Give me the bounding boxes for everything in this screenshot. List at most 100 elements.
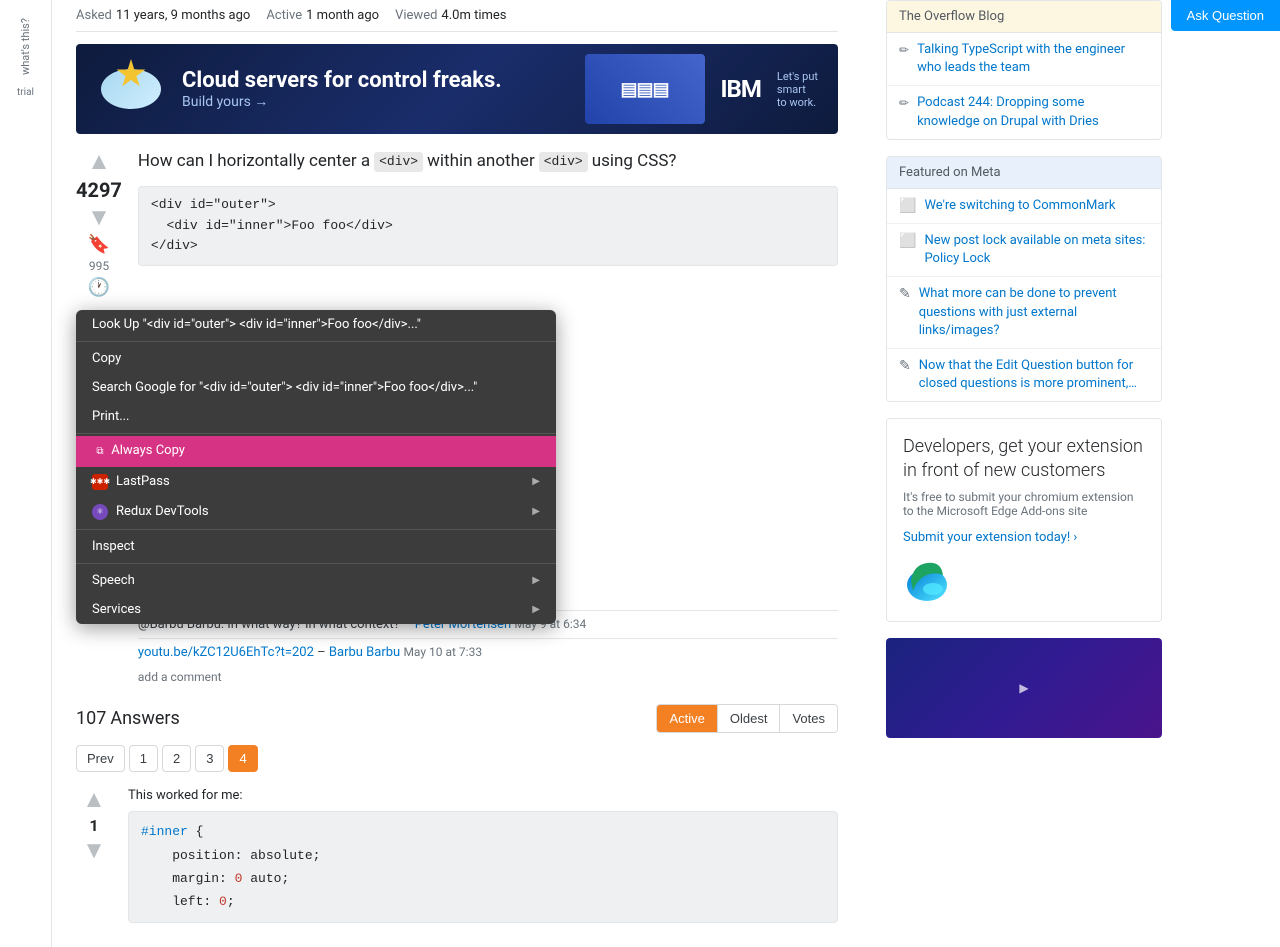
question-content: How can I horizontally center a <div> wi… — [138, 150, 838, 688]
edge-ad-link[interactable]: Submit your extension today! › — [903, 530, 1077, 545]
title-after: using CSS? — [592, 150, 677, 174]
ctx-lastpass[interactable]: ✱✱✱ LastPass ▶ — [76, 467, 556, 497]
main-content: Asked 11 years, 9 months ago Active 1 mo… — [52, 0, 862, 947]
answers-label: Answers — [110, 708, 179, 729]
comment-2-timestamp: May 10 at 7:33 — [403, 645, 482, 659]
title-before: How can I horizontally center a — [138, 150, 370, 174]
ctx-inspect[interactable]: Inspect — [76, 532, 556, 561]
answer-1-text: This worked for me: — [128, 788, 838, 803]
answer-1-vote-count: 1 — [89, 816, 98, 835]
vote-count: 4297 — [76, 178, 122, 202]
ctx-services-label: Services — [92, 602, 141, 617]
lastpass-icon: ✱✱✱ — [92, 474, 108, 490]
ctx-redux-label: Redux DevTools — [116, 504, 209, 519]
answer-1-upvote[interactable]: ▲ — [82, 788, 106, 812]
upvote-button[interactable]: ▲ — [87, 150, 111, 174]
ctx-always-copy[interactable]: ⧉ Always Copy — [76, 436, 556, 467]
bookmark-count: 995 — [89, 259, 109, 273]
history-icon[interactable]: 🕐 — [88, 277, 110, 298]
prev-page-button[interactable]: Prev — [76, 745, 125, 772]
tab-active[interactable]: Active — [657, 705, 717, 732]
ctx-print[interactable]: Print... — [76, 402, 556, 431]
ctx-sep-3 — [76, 529, 556, 530]
active-section: Active 1 month ago — [266, 8, 379, 23]
add-comment-link[interactable]: add a comment — [138, 666, 838, 688]
code-line-3: </div> — [151, 236, 825, 257]
viewed-value: 4.0m times — [441, 8, 506, 23]
comment-2: youtu.be/kZC12U6EhTc?t=202 – Barbu Barbu… — [138, 638, 838, 666]
edge-ad-desc: It's free to submit your chromium extens… — [903, 490, 1145, 518]
blog-item-2: ✏ Podcast 244: Dropping some knowledge o… — [887, 86, 1161, 138]
comment-2-url[interactable]: youtu.be/kZC12U6EhTc?t=202 — [138, 645, 314, 660]
bottom-image: ▶ — [886, 638, 1162, 738]
meta-link-1[interactable]: We're switching to CommonMark — [924, 197, 1115, 215]
answer-1: ▲ 1 ▼ This worked for me: #inner { posit… — [76, 788, 838, 931]
answer-1-content: This worked for me: #inner { position: a… — [128, 788, 838, 931]
ctx-services[interactable]: Services ▶ — [76, 595, 556, 624]
downvote-button[interactable]: ▼ — [87, 206, 111, 230]
ctx-redux[interactable]: ⚛ Redux DevTools ▶ — [76, 497, 556, 527]
comment-2-dash: – — [317, 645, 329, 660]
pagination: Prev 1 2 3 4 — [76, 745, 838, 772]
whats-this-label[interactable]: what's this? — [19, 18, 32, 75]
meta-icon-2: ⬜ — [899, 233, 916, 249]
meta-icon-1: ⬜ — [899, 198, 916, 214]
featured-meta-header: Featured on Meta — [887, 157, 1161, 189]
page-1-button[interactable]: 1 — [129, 745, 158, 772]
blog-link-2[interactable]: Podcast 244: Dropping some knowledge on … — [917, 94, 1149, 130]
ad-banner[interactable]: Cloud servers for control freaks. Build … — [76, 44, 838, 134]
ctx-sep-1 — [76, 341, 556, 342]
ctx-speech[interactable]: Speech ▶ — [76, 566, 556, 595]
ctx-sep-2 — [76, 433, 556, 434]
meta-item-4: ✎ Now that the Edit Question button for … — [887, 349, 1161, 401]
ctx-copy[interactable]: Copy — [76, 344, 556, 373]
left-sidebar: what's this? trial — [0, 0, 52, 947]
redux-icon: ⚛ — [92, 504, 108, 520]
meta-item-1: ⬜ We're switching to CommonMark — [887, 189, 1161, 224]
ad-subtitle: Build yours → — [182, 93, 502, 110]
active-label: Active — [266, 8, 302, 23]
always-copy-icon: ⧉ — [92, 444, 108, 460]
pencil-icon-2: ✏ — [899, 96, 909, 110]
page-3-button[interactable]: 3 — [195, 745, 224, 772]
tab-oldest[interactable]: Oldest — [718, 705, 781, 732]
ctx-search-google[interactable]: Search Google for "<div id="outer"> <div… — [76, 373, 556, 402]
viewed-label: Viewed — [395, 8, 437, 23]
edge-ad-title: Developers, get your extension in front … — [903, 435, 1145, 482]
overflow-blog-header: The Overflow Blog — [887, 1, 1161, 33]
ctx-always-copy-label: Always Copy — [111, 443, 185, 458]
speech-arrow: ▶ — [532, 575, 540, 586]
right-sidebar: The Overflow Blog ✏ Talking TypeScript w… — [862, 0, 1162, 947]
question-code-block: <div id="outer"> <div id="inner">Foo foo… — [138, 186, 838, 266]
answer-1-vote-cell: ▲ 1 ▼ — [76, 788, 112, 931]
trial-label: trial — [17, 87, 34, 98]
title-mid: within another — [427, 150, 535, 174]
edge-logo — [903, 557, 951, 605]
context-menu[interactable]: Look Up "<div id="outer"> <div id="inner… — [76, 310, 556, 624]
page-2-button[interactable]: 2 — [162, 745, 191, 772]
services-arrow: ▶ — [532, 604, 540, 615]
question-title: How can I horizontally center a <div> wi… — [138, 150, 838, 174]
active-value: 1 month ago — [306, 8, 379, 23]
meta-link-4[interactable]: Now that the Edit Question button for cl… — [919, 357, 1149, 393]
answer-1-downvote[interactable]: ▼ — [82, 839, 106, 863]
bookmark-icon[interactable]: 🔖 — [88, 234, 110, 255]
edge-ad: Developers, get your extension in front … — [886, 418, 1162, 622]
ask-question-button[interactable]: Ask Question — [1171, 0, 1280, 31]
question-meta: Asked 11 years, 9 months ago Active 1 mo… — [76, 0, 838, 32]
meta-link-2[interactable]: New post lock available on meta sites: P… — [924, 232, 1149, 268]
comment-2-author[interactable]: Barbu Barbu — [329, 645, 400, 660]
blog-link-1[interactable]: Talking TypeScript with the engineer who… — [917, 41, 1149, 77]
meta-icon-3: ✎ — [899, 286, 911, 302]
asked-value: 11 years, 9 months ago — [116, 8, 250, 23]
page-4-button[interactable]: 4 — [228, 745, 257, 772]
meta-link-3[interactable]: What more can be done to prevent questio… — [919, 285, 1149, 340]
ctx-lookup[interactable]: Look Up "<div id="outer"> <div id="inner… — [76, 310, 556, 339]
asked-section: Asked 11 years, 9 months ago — [76, 8, 250, 23]
answer-1-code: #inner { position: absolute; margin: 0 a… — [128, 811, 838, 923]
ctx-sep-4 — [76, 563, 556, 564]
overflow-blog-box: The Overflow Blog ✏ Talking TypeScript w… — [886, 0, 1162, 140]
asked-label: Asked — [76, 8, 112, 23]
tab-votes[interactable]: Votes — [780, 705, 837, 732]
answers-count: 107 — [76, 708, 106, 729]
